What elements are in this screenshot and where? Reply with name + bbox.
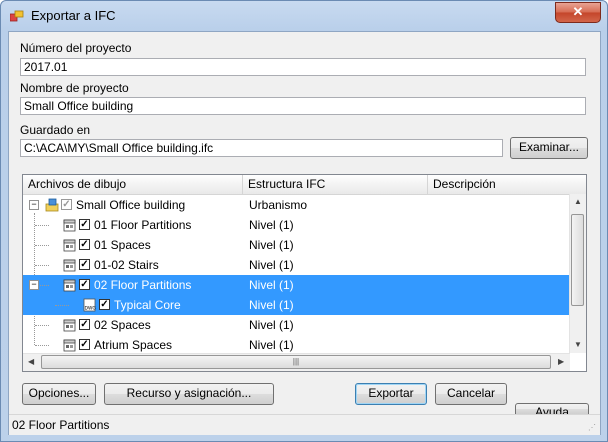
close-button[interactable]: ✕ — [555, 2, 601, 23]
column-description[interactable]: Descripción — [428, 175, 586, 194]
saved-in-label: Guardado en — [20, 123, 91, 137]
project-number-input[interactable]: 2017.01 — [20, 58, 586, 76]
scroll-down-icon[interactable]: ▼ — [574, 340, 582, 349]
tree-row[interactable]: ✓ Atrium Spaces Nivel (1) — [23, 335, 570, 355]
export-ifc-dialog: Exportar a IFC ✕ Número del proyecto 201… — [0, 0, 608, 442]
include-checkbox[interactable]: ✓ — [79, 219, 90, 230]
drawing-name: 02 Floor Partitions — [94, 278, 192, 292]
resize-grip-icon[interactable]: ⋰ — [588, 423, 598, 433]
drawing-name: Typical Core — [114, 298, 181, 312]
tree-line — [55, 305, 69, 306]
status-bar: 02 Floor Partitions ⋰ — [9, 414, 600, 435]
export-button[interactable]: Exportar — [355, 383, 427, 405]
saved-in-input[interactable]: C:\ACA\MY\Small Office building.ifc — [20, 139, 503, 157]
drawing-name: Small Office building — [76, 198, 186, 212]
drawing-name: 01-02 Stairs — [94, 258, 159, 272]
ifc-structure-value: Nivel (1) — [249, 338, 294, 352]
title-bar[interactable]: Exportar a IFC ✕ — [1, 1, 607, 31]
drawing-icon — [63, 218, 77, 232]
tree-header: Archivos de dibujo Estructura IFC Descri… — [23, 175, 586, 195]
scroll-left-icon[interactable]: ◀ — [28, 357, 34, 366]
tree-line — [35, 325, 49, 326]
scroll-up-icon[interactable]: ▲ — [574, 197, 582, 206]
collapse-icon[interactable]: − — [29, 200, 39, 210]
project-name-label: Nombre de proyecto — [20, 81, 129, 95]
ifc-structure-value: Urbanismo — [249, 198, 308, 212]
tree-line — [35, 245, 49, 246]
column-drawing-files[interactable]: Archivos de dibujo — [23, 175, 243, 194]
tree-row[interactable]: ✓ 02 Spaces Nivel (1) — [23, 315, 570, 335]
tree-row[interactable]: − ✓ Small Office building Urbanismo — [23, 195, 570, 215]
drawing-icon — [63, 278, 77, 292]
ifc-structure-value: Nivel (1) — [249, 238, 294, 252]
window-title: Exportar a IFC — [31, 8, 116, 23]
status-text: 02 Floor Partitions — [12, 418, 110, 432]
dwg-icon: DWG — [83, 298, 97, 312]
horizontal-scroll-thumb[interactable]: ||| — [41, 355, 551, 369]
tree-row[interactable]: ✓ 01 Floor Partitions Nivel (1) — [23, 215, 570, 235]
column-ifc-structure[interactable]: Estructura IFC — [243, 175, 428, 194]
svg-text:DWG: DWG — [85, 306, 97, 312]
drawing-icon — [63, 338, 77, 352]
tree-row[interactable]: ✓ 01 Spaces Nivel (1) — [23, 235, 570, 255]
ifc-structure-value: Nivel (1) — [249, 298, 294, 312]
drawing-name: 01 Floor Partitions — [94, 218, 192, 232]
tree-row[interactable]: − ✓ 02 Floor Partitions Nivel (1) — [23, 275, 570, 295]
app-icon — [10, 10, 24, 22]
drawing-name: 02 Spaces — [94, 318, 151, 332]
include-checkbox[interactable]: ✓ — [79, 279, 90, 290]
tree-line — [35, 265, 49, 266]
options-button[interactable]: Opciones... — [22, 383, 96, 405]
cancel-button[interactable]: Cancelar — [435, 383, 507, 405]
ifc-structure-value: Nivel (1) — [249, 218, 294, 232]
include-checkbox[interactable]: ✓ — [79, 259, 90, 270]
include-checkbox[interactable]: ✓ — [79, 319, 90, 330]
tree-line — [35, 225, 49, 226]
include-checkbox[interactable]: ✓ — [79, 239, 90, 250]
ifc-structure-value: Nivel (1) — [249, 318, 294, 332]
collapse-icon[interactable]: − — [29, 280, 39, 290]
drawing-name: 01 Spaces — [94, 238, 151, 252]
dialog-body: Número del proyecto 2017.01 Nombre de pr… — [8, 31, 601, 435]
resource-assignment-button[interactable]: Recurso y asignación... — [104, 383, 274, 405]
ifc-structure-value: Nivel (1) — [249, 278, 294, 292]
horizontal-scrollbar[interactable]: ◀ ||| ▶ — [23, 353, 570, 371]
drawing-icon — [63, 318, 77, 332]
ifc-structure-value: Nivel (1) — [249, 258, 294, 272]
tree-row[interactable]: DWG ✓ Typical Core Nivel (1) — [23, 295, 570, 315]
vertical-scrollbar[interactable]: ▲ ▼ — [569, 194, 586, 353]
drawing-icon — [63, 258, 77, 272]
scroll-right-icon[interactable]: ▶ — [558, 357, 564, 366]
project-icon — [45, 198, 59, 212]
drawing-files-tree[interactable]: Archivos de dibujo Estructura IFC Descri… — [22, 174, 587, 372]
drawing-icon — [63, 238, 77, 252]
vertical-scroll-thumb[interactable] — [571, 214, 584, 306]
include-checkbox[interactable]: ✓ — [79, 339, 90, 350]
browse-button[interactable]: Examinar... — [510, 137, 588, 159]
include-checkbox[interactable]: ✓ — [61, 199, 72, 210]
project-number-label: Número del proyecto — [20, 41, 132, 55]
include-checkbox[interactable]: ✓ — [99, 299, 110, 310]
tree-row[interactable]: ✓ 01-02 Stairs Nivel (1) — [23, 255, 570, 275]
tree-line — [35, 345, 49, 346]
drawing-name: Atrium Spaces — [94, 338, 173, 352]
project-name-input[interactable]: Small Office building — [20, 97, 586, 115]
